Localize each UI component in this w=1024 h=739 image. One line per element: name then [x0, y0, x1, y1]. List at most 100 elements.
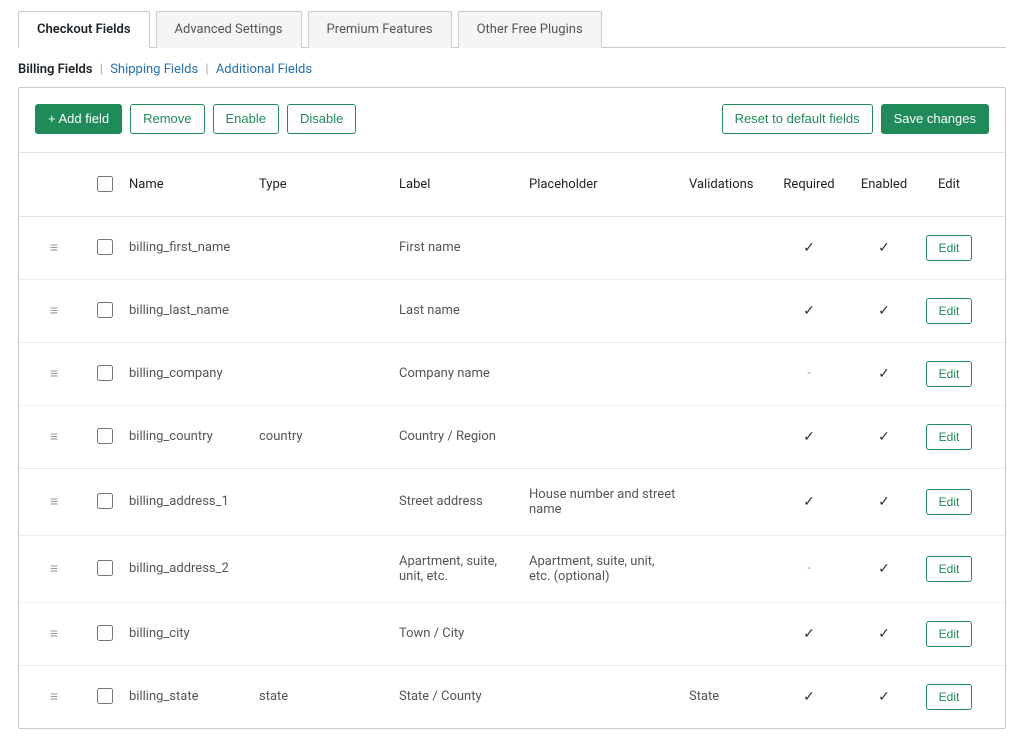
row-checkbox[interactable] [97, 493, 113, 509]
row-name: billing_company [129, 366, 259, 381]
row-label: Apartment, suite, unit, etc. [399, 554, 529, 584]
edit-button[interactable]: Edit [926, 556, 973, 582]
save-button[interactable]: Save changes [881, 104, 989, 134]
row-checkbox[interactable] [97, 688, 113, 704]
tab-premium-features[interactable]: Premium Features [308, 11, 452, 48]
remove-button[interactable]: Remove [130, 104, 204, 134]
table-header: Name Type Label Placeholder Validations … [19, 152, 1005, 217]
check-icon: ✓ [878, 303, 890, 319]
check-icon: ✓ [803, 494, 815, 510]
row-name: billing_address_1 [129, 494, 259, 509]
row-enabled: ✓ [849, 240, 919, 256]
row-name: billing_city [129, 626, 259, 641]
fields-panel: + Add field Remove Enable Disable Reset … [18, 87, 1006, 729]
row-placeholder: Apartment, suite, unit, etc. (optional) [529, 554, 689, 584]
row-enabled: ✓ [849, 494, 919, 510]
drag-handle-icon[interactable]: ≡ [29, 560, 79, 577]
row-checkbox[interactable] [97, 625, 113, 641]
edit-button[interactable]: Edit [926, 489, 973, 515]
drag-handle-icon[interactable]: ≡ [29, 493, 79, 510]
enable-button[interactable]: Enable [213, 104, 279, 134]
drag-handle-icon[interactable]: ≡ [29, 688, 79, 705]
row-placeholder: House number and street name [529, 487, 689, 517]
row-label: State / County [399, 689, 529, 704]
table-row: ≡billing_address_2Apartment, suite, unit… [19, 536, 1005, 603]
col-placeholder: Placeholder [529, 177, 689, 192]
drag-handle-icon[interactable]: ≡ [29, 428, 79, 445]
row-label: Company name [399, 366, 529, 381]
edit-button[interactable]: Edit [926, 298, 973, 324]
col-edit: Edit [919, 177, 979, 192]
check-icon: ✓ [803, 303, 815, 319]
col-name: Name [129, 177, 259, 192]
col-label: Label [399, 177, 529, 192]
row-label: Country / Region [399, 429, 529, 444]
row-label: First name [399, 240, 529, 255]
check-icon: ✓ [878, 429, 890, 445]
drag-handle-icon[interactable]: ≡ [29, 365, 79, 382]
row-enabled: ✓ [849, 561, 919, 577]
row-validations: State [689, 689, 769, 704]
row-required: ✓ [769, 626, 849, 642]
table-row: ≡billing_countrycountryCountry / Region✓… [19, 406, 1005, 469]
check-icon: ✓ [878, 626, 890, 642]
separator: | [205, 62, 208, 77]
top-tabs: Checkout Fields Advanced Settings Premiu… [18, 10, 1006, 48]
row-checkbox[interactable] [97, 428, 113, 444]
row-name: billing_first_name [129, 240, 259, 255]
table-row: ≡ billing_last_name Last name ✓ ✓ Edit [19, 280, 1005, 343]
table-row: ≡billing_cityTown / City✓✓Edit [19, 603, 1005, 666]
row-type: state [259, 689, 399, 704]
row-checkbox[interactable] [97, 560, 113, 576]
row-label: Street address [399, 494, 529, 509]
check-icon: ✓ [803, 429, 815, 445]
tab-checkout-fields[interactable]: Checkout Fields [18, 11, 150, 48]
row-required: ✓ [769, 303, 849, 319]
subnav-shipping[interactable]: Shipping Fields [110, 62, 198, 77]
row-required: ✓ [769, 494, 849, 510]
check-icon: ✓ [878, 240, 890, 256]
col-enabled: Enabled [849, 177, 919, 192]
row-name: billing_state [129, 689, 259, 704]
dash-icon: - [807, 366, 811, 381]
row-checkbox[interactable] [97, 302, 113, 318]
row-checkbox[interactable] [97, 365, 113, 381]
edit-button[interactable]: Edit [926, 684, 973, 710]
tab-other-free-plugins[interactable]: Other Free Plugins [458, 11, 602, 48]
row-enabled: ✓ [849, 429, 919, 445]
reset-button[interactable]: Reset to default fields [722, 104, 873, 134]
edit-button[interactable]: Edit [926, 621, 973, 647]
table-row: ≡ billing_statestateState / County State ✓ ✓… [19, 666, 1005, 728]
row-enabled: ✓ [849, 303, 919, 319]
row-required: - [769, 561, 849, 576]
edit-button[interactable]: Edit [926, 235, 973, 261]
table-body: ≡billing_first_nameFirst name✓✓Edit≡bill… [19, 217, 1005, 728]
check-icon: ✓ [878, 561, 890, 577]
subnav-billing[interactable]: Billing Fields [18, 62, 93, 77]
disable-button[interactable]: Disable [287, 104, 356, 134]
table-row: ≡ billing_first_name First name ✓ ✓ Edit [19, 217, 1005, 280]
row-enabled: ✓ [849, 689, 919, 705]
row-checkbox[interactable] [97, 239, 113, 255]
drag-handle-icon[interactable]: ≡ [29, 239, 79, 256]
row-label: Last name [399, 303, 529, 318]
check-icon: ✓ [803, 240, 815, 256]
drag-handle-icon[interactable]: ≡ [29, 302, 79, 319]
check-icon: ✓ [803, 689, 815, 705]
check-icon: ✓ [803, 626, 815, 642]
row-enabled: ✓ [849, 366, 919, 382]
col-type: Type [259, 177, 399, 192]
tab-advanced-settings[interactable]: Advanced Settings [156, 11, 302, 48]
drag-handle-icon[interactable]: ≡ [29, 625, 79, 642]
row-enabled: ✓ [849, 626, 919, 642]
row-required: ✓ [769, 689, 849, 705]
subnav-additional[interactable]: Additional Fields [216, 62, 312, 77]
sub-navigation: Billing Fields | Shipping Fields | Addit… [18, 48, 1006, 87]
add-field-button[interactable]: + Add field [35, 104, 122, 134]
row-required: ✓ [769, 429, 849, 445]
toolbar: + Add field Remove Enable Disable Reset … [19, 88, 1005, 152]
edit-button[interactable]: Edit [926, 424, 973, 450]
row-name: billing_last_name [129, 303, 259, 318]
edit-button[interactable]: Edit [926, 361, 973, 387]
select-all-checkbox[interactable] [97, 176, 113, 192]
